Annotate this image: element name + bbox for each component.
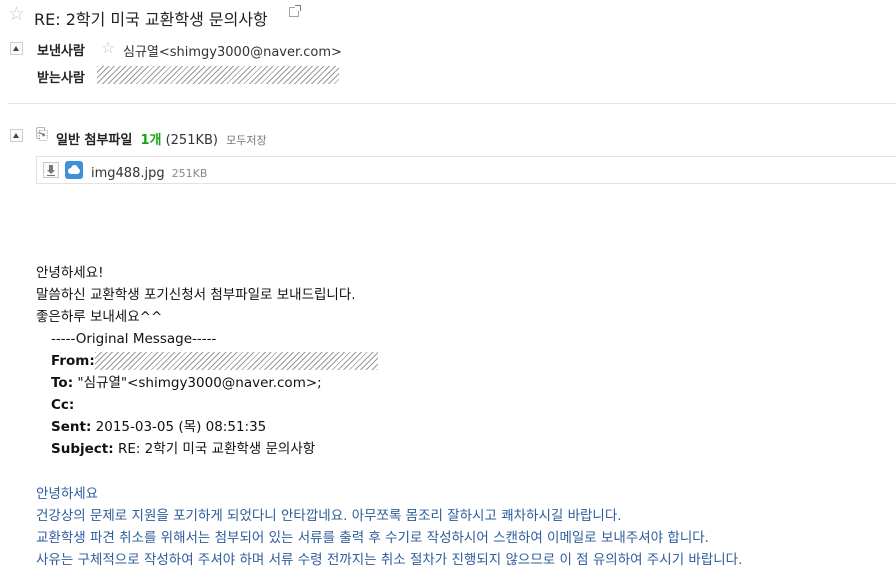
star-outline-icon[interactable]: ☆ — [101, 38, 115, 57]
to-value: "심규열"<shimgy3000@naver.com>; — [77, 375, 322, 391]
sent-label: Sent: — [51, 419, 92, 435]
original-sent-row: Sent: 2015-03-05 (목) 08:51:35 — [51, 416, 378, 438]
original-cc-row: Cc: — [51, 394, 378, 416]
original-header: -----Original Message----- — [51, 331, 217, 347]
sender-address[interactable]: 심규열<shimgy3000@naver.com> — [123, 41, 342, 60]
download-icon[interactable] — [43, 162, 59, 178]
cc-label: Cc: — [51, 397, 75, 413]
from-redacted — [94, 352, 378, 370]
collapse-attachments-button[interactable] — [10, 129, 23, 142]
header-divider — [8, 103, 896, 104]
attachment-list: img488.jpg 251KB — [36, 156, 896, 184]
attachment-summary: 일반 첨부파일 1개 (251KB) 모두저장 — [56, 129, 267, 148]
star-icon[interactable]: ☆ — [8, 3, 25, 25]
sent-value: 2015-03-05 (목) 08:51:35 — [95, 419, 267, 435]
subject-label: Subject: — [51, 441, 114, 457]
collapse-header-button[interactable] — [10, 42, 23, 55]
recipient-label: 받는사람 — [37, 71, 85, 86]
quoted-line: 안녕하세요 — [36, 486, 99, 502]
original-message: -----Original Message----- From: To: "심규… — [51, 328, 378, 460]
popout-window-icon[interactable] — [289, 5, 301, 17]
attachment-filename[interactable]: img488.jpg — [91, 166, 165, 181]
quoted-line: 교환학생 파견 취소를 위해서는 첨부되어 있는 서류를 출력 후 수기로 작성… — [36, 530, 709, 546]
quoted-line: 사유는 구체적으로 작성하여 주셔야 하며 서류 수령 전까지는 취소 절차가 … — [36, 552, 743, 568]
reply-line: 안녕하세요! — [36, 265, 104, 281]
reply-line: 말씀하신 교환학생 포기신청서 첨부파일로 보내드립니다. — [36, 287, 356, 303]
save-all-link[interactable]: 모두저장 — [226, 134, 266, 147]
sender-label: 보낸사람 — [37, 44, 85, 59]
paperclip-icon: ⎘ — [36, 125, 49, 143]
original-subject-row: Subject: RE: 2학기 미국 교환학생 문의사항 — [51, 438, 378, 460]
attachment-size: (251KB) — [165, 133, 218, 148]
original-to-row: To: "심규열"<shimgy3000@naver.com>; — [51, 372, 378, 394]
mail-subject: RE: 2학기 미국 교환학생 문의사항 — [34, 10, 268, 29]
original-from-row: From: — [51, 350, 378, 372]
recipient-redacted — [97, 66, 339, 84]
quoted-body: 안녕하세요 건강상의 문제로 지원을 포기하게 되었다니 안타깝네요. 아무쪼록… — [36, 483, 742, 571]
from-label: From: — [51, 353, 95, 369]
attachment-count: 1개 — [140, 133, 162, 148]
quoted-line: 건강상의 문제로 지원을 포기하게 되었다니 안타깝네요. 아무쪼록 몸조리 잘… — [36, 508, 622, 524]
to-label: To: — [51, 375, 74, 391]
reply-body: 안녕하세요! 말씀하신 교환학생 포기신청서 첨부파일로 보내드립니다. 좋은하… — [36, 262, 356, 328]
attachment-filesize: 251KB — [171, 167, 208, 180]
cloud-save-icon[interactable] — [65, 161, 83, 179]
reply-line: 좋은하루 보내세요^^ — [36, 309, 163, 325]
attachment-file[interactable]: img488.jpg 251KB — [91, 162, 207, 181]
subject-value: RE: 2학기 미국 교환학생 문의사항 — [117, 441, 316, 457]
attachment-label: 일반 첨부파일 — [56, 133, 133, 148]
